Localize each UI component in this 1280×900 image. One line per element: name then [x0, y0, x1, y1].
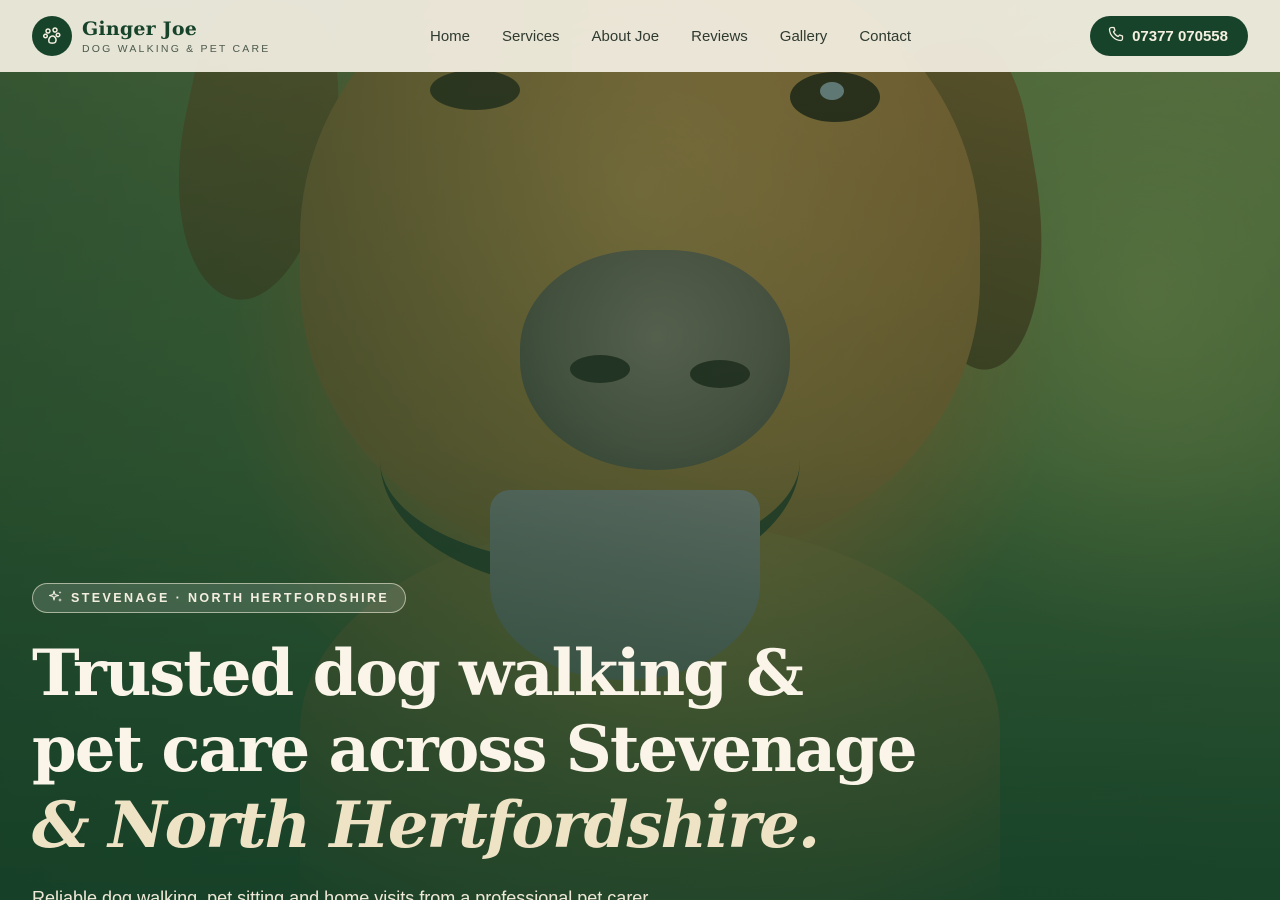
nav-contact[interactable]: Contact [859, 28, 911, 45]
headline-line-2: pet care across Stevenage [32, 712, 918, 787]
brand-tagline: DOG WALKING & PET CARE [82, 42, 271, 55]
headline-line-1: Trusted dog walking & [32, 636, 804, 711]
hero-headline: Trusted dog walking & pet care across St… [32, 636, 932, 864]
nav-home[interactable]: Home [430, 28, 470, 45]
brand-home-link[interactable]: Ginger Joe DOG WALKING & PET CARE [32, 16, 270, 56]
hero-subtext: Reliable dog walking, pet sitting and ho… [32, 888, 649, 900]
phone-icon [1108, 26, 1124, 46]
nav-services[interactable]: Services [502, 28, 560, 45]
nav-about-joe[interactable]: About Joe [592, 28, 660, 45]
badge-text: STEVENAGE · NORTH HERTFORDSHIRE [71, 591, 390, 605]
call-button-label: 07377 070558 [1132, 27, 1228, 45]
headline-accent: & North Hertfordshire. [32, 788, 820, 863]
sparkle-icon [48, 589, 63, 607]
paw-icon [32, 16, 72, 56]
nav-gallery[interactable]: Gallery [780, 28, 828, 45]
nav-reviews[interactable]: Reviews [691, 28, 748, 45]
brand-name: Ginger Joe [82, 17, 198, 40]
main-nav: Home Services About Joe Reviews Gallery … [430, 0, 911, 72]
site-header: Ginger Joe DOG WALKING & PET CARE Home S… [0, 0, 1280, 72]
call-phone-button[interactable]: 07377 070558 [1090, 16, 1248, 56]
location-badge: STEVENAGE · NORTH HERTFORDSHIRE [32, 583, 407, 613]
